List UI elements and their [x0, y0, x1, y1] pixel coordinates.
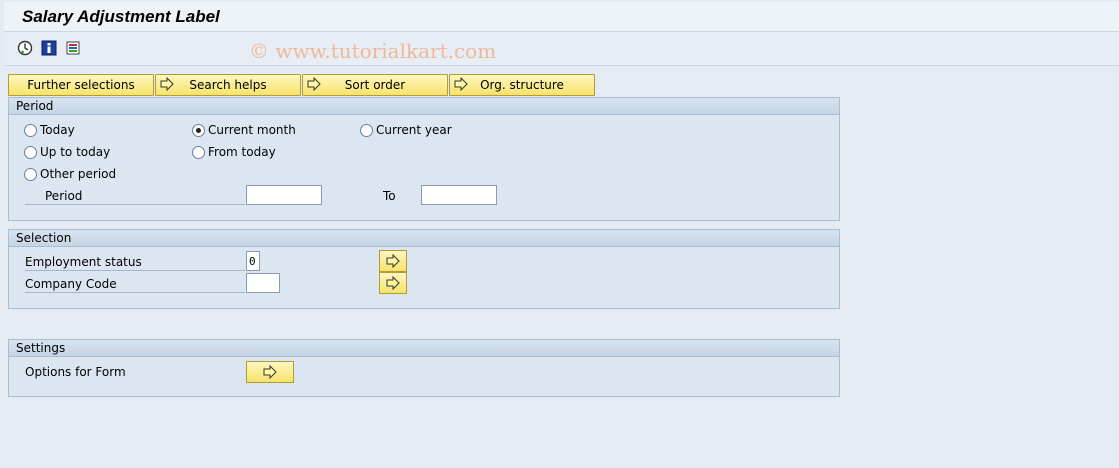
period-field-label: Period — [25, 187, 245, 205]
arrow-right-icon — [454, 76, 468, 94]
radio-circle — [24, 123, 37, 137]
further-selections-label: Further selections — [27, 78, 135, 92]
radio-today-label: Today — [40, 123, 75, 137]
arrow-right-icon — [160, 76, 174, 94]
period-group: Period Today Current month Current year … — [8, 97, 840, 221]
variants-icon[interactable] — [64, 39, 82, 57]
arrow-right-icon — [307, 76, 321, 94]
radio-circle — [24, 167, 37, 181]
period-header: Period — [9, 98, 839, 115]
selection-group: Selection Employment status Company Code — [8, 229, 840, 309]
company-code-multiselect-button[interactable] — [379, 272, 407, 294]
search-helps-button[interactable]: Search helps — [155, 74, 301, 96]
sort-order-label: Sort order — [344, 78, 406, 92]
radio-current-year[interactable]: Current year — [360, 123, 452, 137]
watermark-text: © www.tutorialkart.com — [249, 39, 497, 63]
period-to-input[interactable] — [421, 185, 497, 205]
title-bar: Salary Adjustment Label — [4, 2, 1119, 32]
arrow-right-icon — [386, 254, 400, 268]
execute-clock-icon[interactable] — [16, 39, 34, 57]
settings-group: Settings Options for Form — [8, 339, 840, 397]
sort-order-button[interactable]: Sort order — [302, 74, 448, 96]
org-structure-label: Org. structure — [480, 78, 564, 92]
radio-up-to-today-label: Up to today — [40, 145, 111, 159]
employment-status-label: Employment status — [25, 253, 245, 271]
application-toolbar: © www.tutorialkart.com — [4, 33, 1119, 66]
to-label: To — [383, 189, 396, 203]
company-code-input[interactable] — [246, 273, 280, 293]
page-title: Salary Adjustment Label — [22, 7, 220, 26]
radio-up-to-today[interactable]: Up to today — [24, 145, 110, 159]
selection-header: Selection — [9, 230, 839, 247]
arrow-right-icon — [386, 276, 400, 290]
options-for-form-label: Options for Form — [25, 365, 126, 379]
company-code-label: Company Code — [25, 275, 245, 293]
employment-status-multiselect-button[interactable] — [379, 250, 407, 272]
radio-from-today-label: From today — [208, 145, 276, 159]
radio-circle — [24, 145, 37, 159]
options-for-form-button[interactable] — [246, 361, 294, 383]
radio-current-month-label: Current month — [208, 123, 296, 137]
info-icon[interactable] — [40, 39, 58, 57]
period-from-input[interactable] — [246, 185, 322, 205]
radio-current-month[interactable]: Current month — [192, 123, 296, 137]
radio-other-period-label: Other period — [40, 167, 117, 181]
radio-today[interactable]: Today — [24, 123, 75, 137]
arrow-right-icon — [263, 365, 277, 379]
search-helps-label: Search helps — [189, 78, 267, 92]
further-selections-button[interactable]: Further selections — [8, 74, 154, 96]
employment-status-input[interactable] — [246, 251, 260, 271]
radio-other-period[interactable]: Other period — [24, 167, 116, 181]
radio-circle-selected — [192, 123, 205, 137]
settings-header: Settings — [9, 340, 839, 357]
radio-circle — [192, 145, 205, 159]
radio-circle — [360, 123, 373, 137]
org-structure-button[interactable]: Org. structure — [449, 74, 595, 96]
radio-from-today[interactable]: From today — [192, 145, 276, 159]
radio-current-year-label: Current year — [376, 123, 452, 137]
